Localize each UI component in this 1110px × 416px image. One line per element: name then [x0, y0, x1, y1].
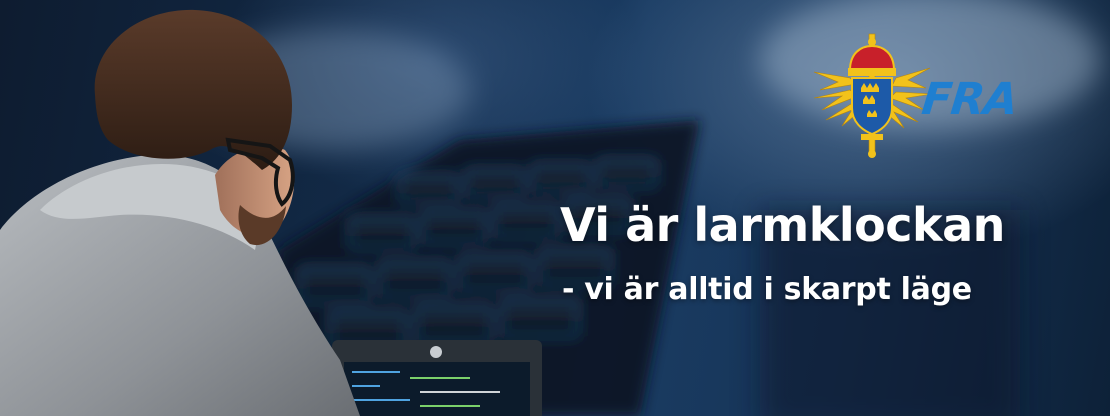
person-at-laptop-icon — [0, 9, 542, 416]
banner-subline: - vi är alltid i skarpt läge — [562, 272, 972, 307]
hero-banner: FRA Vi är larmklockan - vi är alltid i s… — [0, 0, 1110, 416]
laptop-icon — [332, 340, 542, 416]
banner-headline: Vi är larmklockan — [560, 198, 1005, 252]
fra-logo-text: FRA — [919, 74, 1020, 125]
